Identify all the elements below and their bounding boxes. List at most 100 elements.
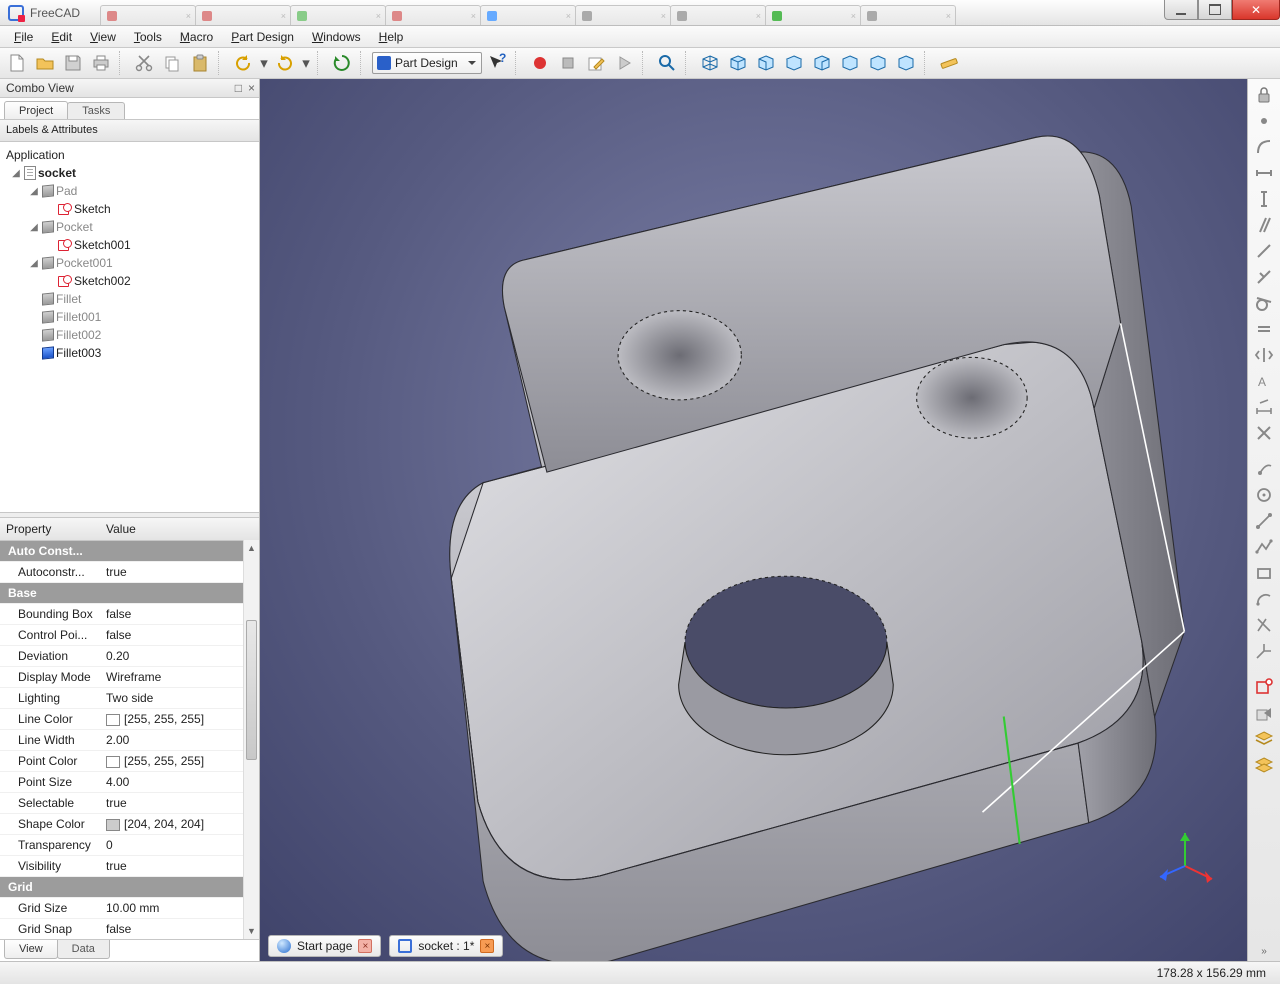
tree-item[interactable]: ◢Pad [0, 182, 259, 200]
property-value[interactable]: 10.00 mm [100, 898, 259, 919]
tab-project[interactable]: Project [4, 101, 68, 119]
equal-icon[interactable] [1251, 317, 1277, 341]
property-row[interactable]: LightingTwo side [0, 688, 259, 709]
panel-close-button[interactable]: × [248, 81, 255, 95]
property-value[interactable]: false [100, 604, 259, 625]
tree-item[interactable]: Fillet003 [0, 344, 259, 362]
property-row[interactable]: Deviation0.20 [0, 646, 259, 667]
new-file-button[interactable] [4, 50, 30, 76]
sketch-polyline-tool[interactable] [1251, 535, 1277, 559]
property-row[interactable]: Display ModeWireframe [0, 667, 259, 688]
measure-button[interactable] [936, 50, 962, 76]
property-value[interactable]: 2.00 [100, 730, 259, 751]
macro-stop-button[interactable] [555, 50, 581, 76]
menu-help[interactable]: Help [371, 28, 412, 46]
property-value[interactable]: [204, 204, 204] [100, 814, 259, 835]
property-value[interactable]: Two side [100, 688, 259, 709]
tree-item[interactable]: Fillet001 [0, 308, 259, 326]
view-bottom-button[interactable] [865, 50, 891, 76]
view-axo-button[interactable] [725, 50, 751, 76]
expand-toggle[interactable]: ◢ [28, 258, 40, 269]
macro-play-button[interactable] [611, 50, 637, 76]
doc-tab-start[interactable]: Start page × [268, 935, 381, 957]
property-group[interactable]: Auto Const... [0, 541, 259, 562]
property-row[interactable]: Control Poi...false [0, 625, 259, 646]
sketch-rectangle-tool[interactable] [1251, 561, 1277, 585]
property-value[interactable]: true [100, 793, 259, 814]
workbench-selector[interactable]: Part Design [372, 52, 482, 74]
tab-data[interactable]: Data [57, 940, 110, 959]
sketch-trim-tool[interactable] [1251, 613, 1277, 637]
sketch-line-tool[interactable] [1251, 509, 1277, 533]
property-value[interactable]: [255, 255, 255] [100, 751, 259, 772]
macro-record-button[interactable] [527, 50, 553, 76]
tree-item[interactable]: ◢Pocket001 [0, 254, 259, 272]
menu-file[interactable]: File [6, 28, 41, 46]
view-axo-wire-button[interactable] [697, 50, 723, 76]
menu-edit[interactable]: Edit [43, 28, 80, 46]
redo-button[interactable] [272, 50, 298, 76]
parallel-icon[interactable] [1251, 213, 1277, 237]
3d-viewport[interactable]: A » Start page × [260, 79, 1280, 961]
property-row[interactable]: Grid Snapfalse [0, 919, 259, 940]
tangent-icon[interactable] [1251, 291, 1277, 315]
property-row[interactable]: Grid Size10.00 mm [0, 898, 259, 919]
scroll-thumb[interactable] [246, 620, 257, 760]
property-value[interactable]: 4.00 [100, 772, 259, 793]
save-button[interactable] [60, 50, 86, 76]
refresh-button[interactable] [329, 50, 355, 76]
sketch-point-tool[interactable] [1251, 457, 1277, 481]
view-left-button[interactable] [893, 50, 919, 76]
tree-document[interactable]: ◢ socket [0, 164, 259, 182]
property-row[interactable]: Line Width2.00 [0, 730, 259, 751]
expand-toggle[interactable]: ◢ [28, 222, 40, 233]
property-row[interactable]: Point Size4.00 [0, 772, 259, 793]
arc-icon[interactable] [1251, 135, 1277, 159]
doc-tab-file[interactable]: socket : 1* × [389, 935, 503, 957]
toolbar-more-icon[interactable]: » [1261, 946, 1267, 957]
point-icon[interactable] [1251, 109, 1277, 133]
scroll-down-icon[interactable]: ▼ [244, 923, 259, 939]
macro-edit-button[interactable] [583, 50, 609, 76]
coincident-icon[interactable] [1251, 421, 1277, 445]
menu-tools[interactable]: Tools [126, 28, 170, 46]
menu-view[interactable]: View [82, 28, 124, 46]
redo-dropdown[interactable]: ▾ [300, 50, 312, 76]
property-row[interactable]: Transparency0 [0, 835, 259, 856]
model-tree[interactable]: Application ◢ socket ◢PadSketch◢PocketSk… [0, 142, 259, 512]
perpendicular-icon[interactable] [1251, 265, 1277, 289]
expand-toggle[interactable]: ◢ [28, 186, 40, 197]
horizontal-icon[interactable] [1251, 161, 1277, 185]
tab-view[interactable]: View [4, 940, 58, 959]
sketch-leave-button[interactable] [1251, 701, 1277, 725]
view-right-button[interactable] [809, 50, 835, 76]
property-row[interactable]: Point Color[255, 255, 255] [0, 751, 259, 772]
browser-tab[interactable]: × [670, 5, 766, 25]
property-row[interactable]: Shape Color[204, 204, 204] [0, 814, 259, 835]
tree-item[interactable]: Sketch002 [0, 272, 259, 290]
sketch-external-tool[interactable] [1251, 639, 1277, 663]
property-group[interactable]: Grid [0, 877, 259, 898]
property-value[interactable]: 0.20 [100, 646, 259, 667]
property-row[interactable]: Line Color[255, 255, 255] [0, 709, 259, 730]
tree-item[interactable]: Sketch [0, 200, 259, 218]
sketch-arc-tool[interactable] [1251, 587, 1277, 611]
tab-tasks[interactable]: Tasks [67, 102, 125, 119]
browser-tab[interactable]: × [860, 5, 956, 25]
browser-tab[interactable]: × [385, 5, 481, 25]
property-row[interactable]: Autoconstr...true [0, 562, 259, 583]
tree-item[interactable]: Sketch001 [0, 236, 259, 254]
view-top-button[interactable] [781, 50, 807, 76]
copy-button[interactable] [159, 50, 185, 76]
property-value[interactable]: true [100, 856, 259, 877]
property-row[interactable]: Visibilitytrue [0, 856, 259, 877]
browser-tab[interactable]: × [480, 5, 576, 25]
tab-close-button[interactable]: × [358, 939, 372, 953]
property-value[interactable]: Wireframe [100, 667, 259, 688]
scroll-up-icon[interactable]: ▲ [244, 540, 259, 556]
paste-button[interactable] [187, 50, 213, 76]
property-value[interactable]: false [100, 625, 259, 646]
open-file-button[interactable] [32, 50, 58, 76]
menu-macro[interactable]: Macro [172, 28, 221, 46]
tree-root[interactable]: Application [0, 146, 259, 164]
